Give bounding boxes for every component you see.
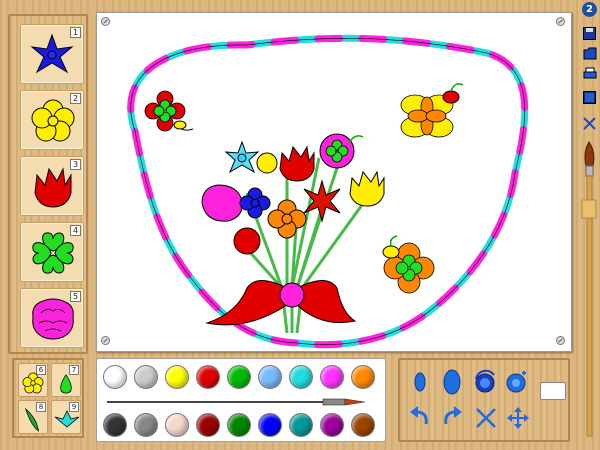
orange-flower-drawing (400, 83, 464, 138)
large-brush-button[interactable] (438, 368, 466, 396)
color-swatch[interactable] (196, 413, 220, 437)
color-swatch[interactable] (227, 413, 251, 437)
color-swatch[interactable] (134, 413, 158, 437)
fill-icon (475, 369, 495, 393)
screw-icon (101, 336, 110, 345)
clover-flower-drawing (144, 90, 194, 132)
color-swatch[interactable] (351, 365, 375, 389)
color-swatch[interactable] (320, 413, 344, 437)
small-brush-icon (414, 372, 426, 392)
bouquet-bow (205, 280, 357, 326)
color-swatch[interactable] (103, 365, 127, 389)
brush-decoration-icon (581, 141, 597, 437)
carnation-icon (32, 298, 74, 340)
save-button[interactable] (582, 26, 597, 41)
cornflower-icon (30, 33, 74, 74)
spray-button[interactable] (504, 368, 532, 396)
right-clover-drawing (382, 235, 435, 294)
bouquet-flowers (201, 133, 385, 255)
color-swatch[interactable] (320, 365, 344, 389)
color-swatch[interactable] (258, 365, 282, 389)
color-swatch[interactable] (134, 365, 158, 389)
small-brush-button[interactable] (406, 368, 434, 396)
screw-icon (101, 17, 110, 26)
stamp-6[interactable]: 6 (18, 363, 48, 397)
open-icon (583, 47, 596, 60)
drop-leaf-icon (60, 374, 72, 394)
drawing-artwork (127, 34, 529, 349)
stamp-8[interactable]: 8 (18, 400, 48, 434)
stamp-7[interactable]: 7 (51, 363, 81, 397)
small-flower-icon (22, 372, 44, 394)
color-swatch[interactable] (227, 365, 251, 389)
stamp-3[interactable]: 3 (20, 156, 84, 216)
spray-icon (506, 371, 526, 393)
small-stamp-panel: 6 7 8 9 (12, 358, 84, 438)
open-button[interactable] (582, 46, 597, 61)
redo-button[interactable] (438, 404, 466, 432)
tulip-icon (34, 167, 72, 208)
undo-button[interactable] (406, 404, 434, 432)
move-icon (507, 407, 529, 429)
drawing-canvas[interactable] (96, 12, 572, 352)
close-icon (583, 117, 596, 130)
screw-icon (556, 336, 565, 345)
stamp-9[interactable]: 9 (51, 400, 81, 434)
save-icon (583, 27, 596, 40)
large-brush-icon (443, 369, 461, 395)
eraser-button[interactable] (540, 382, 566, 400)
new-page-icon (583, 91, 596, 104)
stamp-panel: 1 2 3 4 5 (8, 14, 88, 354)
screw-icon (556, 17, 565, 26)
clover-icon (32, 232, 74, 274)
new-page-button[interactable] (582, 90, 597, 105)
stamp-4[interactable]: 4 (20, 222, 84, 282)
move-button[interactable] (504, 404, 532, 432)
color-swatch[interactable] (289, 365, 313, 389)
color-swatch[interactable] (258, 413, 282, 437)
right-toolbar (578, 0, 600, 450)
color-swatch[interactable] (165, 365, 189, 389)
color-swatch[interactable] (196, 365, 220, 389)
stamp-2[interactable]: 2 (20, 90, 84, 150)
undo-icon (410, 406, 428, 425)
tools-panel (398, 358, 570, 442)
paintbrush-icon (107, 398, 366, 406)
fill-button[interactable] (472, 368, 500, 396)
color-swatch[interactable] (351, 413, 375, 437)
color-swatch[interactable] (165, 413, 189, 437)
print-icon (583, 67, 596, 79)
stamp-1[interactable]: 1 (20, 24, 84, 84)
redo-icon (444, 406, 462, 425)
clear-button[interactable] (472, 404, 500, 432)
yellow-flower-icon (31, 99, 75, 142)
stamp-5[interactable]: 5 (20, 288, 84, 348)
clear-icon (476, 408, 496, 428)
print-button[interactable] (582, 66, 597, 81)
color-swatch[interactable] (289, 413, 313, 437)
leaf-icon (24, 407, 39, 432)
lily-icon (54, 410, 80, 428)
color-swatch[interactable] (103, 413, 127, 437)
color-palette (96, 358, 386, 442)
close-button[interactable] (582, 116, 597, 131)
